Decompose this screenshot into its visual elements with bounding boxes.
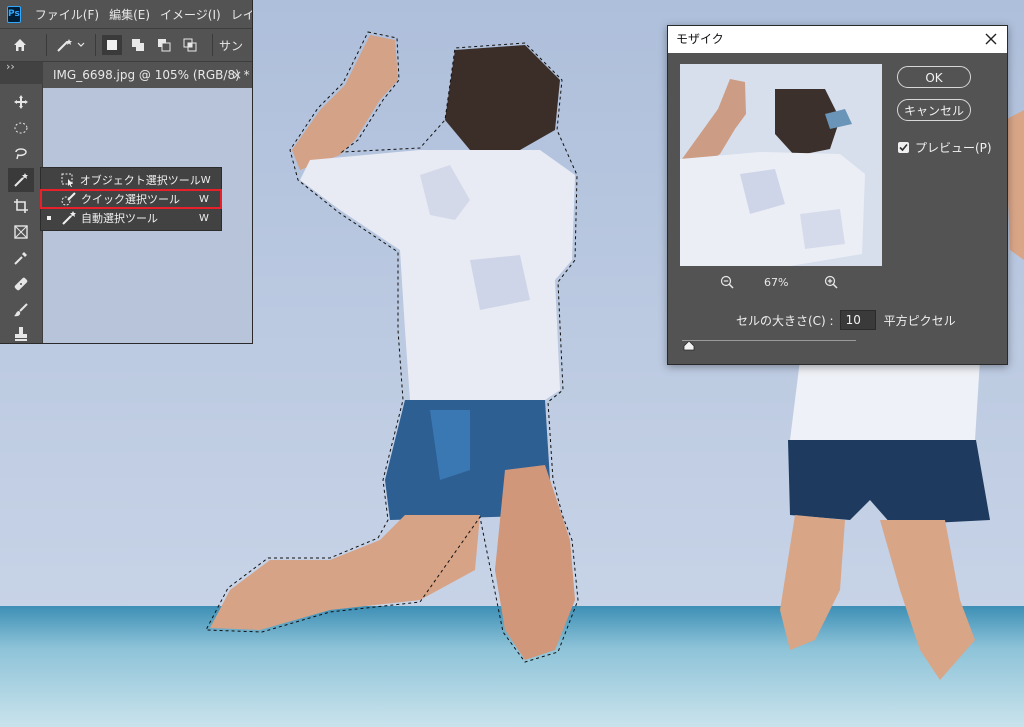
stamp-icon[interactable] (8, 322, 34, 343)
cell-size-slider-thumb[interactable] (683, 341, 695, 351)
ok-button[interactable]: OK (897, 66, 971, 88)
bandage-icon[interactable] (8, 272, 34, 296)
photoshop-logo: Ps (7, 5, 21, 23)
home-icon[interactable] (0, 33, 40, 57)
lasso-icon[interactable] (8, 142, 34, 166)
separator (95, 34, 96, 56)
mosaic-dialog: モザイク OK キャンセル プレビュー(P) 67% セルの大きさ(C): 1… (667, 25, 1008, 365)
frame-icon[interactable] (8, 220, 34, 244)
dialog-title: モザイク (676, 32, 724, 46)
tool-preset-picker[interactable] (53, 33, 89, 57)
separator (46, 34, 47, 56)
zoom-controls: 67% (720, 274, 850, 292)
flyout-item-object-select[interactable]: オブジェクト選択ツール W (41, 171, 221, 189)
menu-file[interactable]: ファイル(F) (35, 6, 99, 23)
shortcut-key: W (200, 174, 211, 186)
tools-panel (0, 84, 43, 343)
intersect-selection-button[interactable] (180, 35, 200, 55)
magic-wand-icon (57, 39, 85, 52)
menu-image[interactable]: イメージ(I) (160, 6, 221, 23)
subtract-from-selection-button[interactable] (154, 35, 174, 55)
eyedropper-icon[interactable] (8, 246, 34, 270)
menu-layer[interactable]: レイヤー(L) (231, 6, 252, 23)
cell-size-unit: 平方ピクセル (883, 313, 956, 328)
flyout-item-label: 自動選択ツール (81, 212, 158, 225)
options-bar: サン (0, 29, 252, 62)
magic-wand-icon[interactable] (8, 168, 34, 192)
ellipse-marquee-icon[interactable] (8, 116, 34, 140)
cell-size-input[interactable]: 10 (839, 310, 876, 330)
checkbox-checked-icon[interactable] (898, 142, 909, 153)
flyout-item-quick-select[interactable]: クイック選択ツール W (40, 189, 222, 209)
cell-size-row: セルの大きさ(C) : 10 平方ピクセル (736, 309, 1006, 331)
selection-tools-flyout: オブジェクト選択ツール W クイック選択ツール W 自動選択ツール W (40, 167, 222, 231)
cancel-button[interactable]: キャンセル (897, 99, 971, 121)
magic-wand-icon (61, 210, 77, 226)
preview-checkbox[interactable]: プレビュー(P) (898, 139, 992, 156)
cell-size-slider-track[interactable] (682, 340, 856, 341)
preview-label: プレビュー(P) (915, 141, 992, 155)
shortcut-key: W (199, 193, 209, 205)
quick-select-icon (61, 191, 77, 207)
current-tool-indicator (47, 216, 51, 220)
document-tab[interactable]: IMG_6698.jpg @ 105% (RGB/8) * × (43, 62, 252, 88)
flyout-item-label: クイック選択ツール (81, 193, 180, 206)
flyout-item-magic-wand[interactable]: 自動選択ツール W (41, 209, 221, 227)
close-icon[interactable]: × (232, 62, 242, 88)
close-icon[interactable] (983, 31, 999, 47)
menu-edit[interactable]: 編集(E) (109, 6, 150, 23)
object-select-icon (61, 172, 76, 188)
shortcut-key: W (199, 212, 209, 224)
collapse-panel-icon[interactable]: ›› (6, 60, 15, 73)
flyout-item-label: オブジェクト選択ツール (79, 174, 201, 187)
menu-bar: Ps ファイル(F) 編集(E) イメージ(I) レイヤー(L) (0, 0, 252, 29)
brush-icon[interactable] (8, 298, 34, 322)
crop-icon[interactable] (8, 194, 34, 218)
zoom-out-icon[interactable] (720, 275, 734, 289)
add-to-selection-button[interactable] (128, 35, 148, 55)
new-selection-button[interactable] (102, 35, 122, 55)
document-tab-label: IMG_6698.jpg @ 105% (RGB/8) * (53, 68, 250, 82)
cell-size-label: セルの大きさ(C) : (736, 313, 834, 328)
filter-preview[interactable] (680, 64, 882, 266)
zoom-value: 67% (764, 276, 789, 289)
separator (212, 34, 213, 56)
dialog-title-bar: モザイク (668, 26, 1007, 53)
move-icon[interactable] (8, 90, 34, 114)
zoom-in-icon[interactable] (824, 275, 838, 289)
sample-option-label[interactable]: サン (219, 37, 243, 54)
